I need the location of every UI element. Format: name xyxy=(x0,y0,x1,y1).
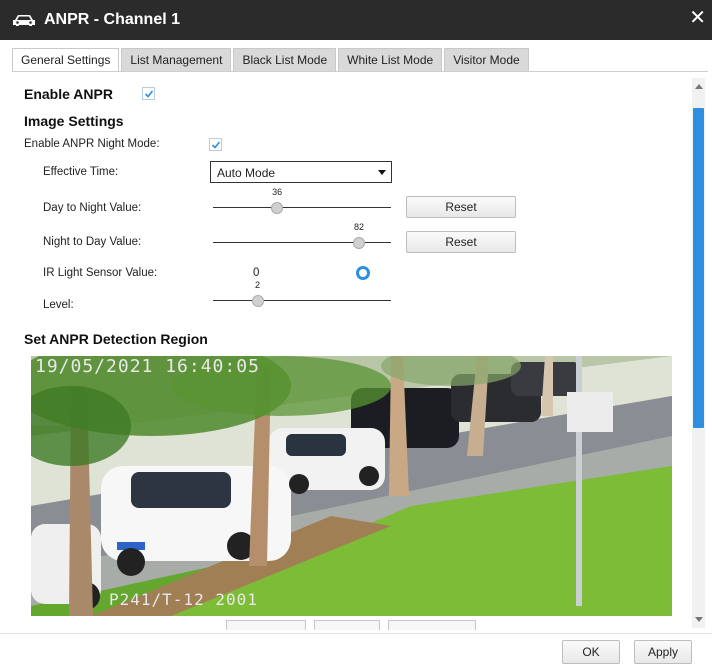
title-bar: ANPR - Channel 1 ✕ xyxy=(0,0,712,40)
night-mode-checkbox[interactable] xyxy=(209,138,222,151)
ir-sensor-value: 0 xyxy=(253,267,260,279)
slider-value: 2 xyxy=(254,280,261,290)
apply-button[interactable]: Apply xyxy=(634,640,692,664)
chevron-down-icon xyxy=(378,170,386,175)
scroll-down-icon[interactable] xyxy=(695,617,703,622)
camera-scene-image xyxy=(31,356,672,616)
video-overlay-label: P241/T-12 2001 xyxy=(109,590,258,609)
effective-time-select[interactable]: Auto Mode xyxy=(210,161,392,183)
refresh-icon[interactable] xyxy=(356,266,370,280)
car-icon xyxy=(13,15,35,26)
slider-thumb[interactable] xyxy=(352,237,365,249)
slider-value: 36 xyxy=(272,187,283,197)
scrollbar[interactable] xyxy=(692,78,705,628)
scroll-up-icon[interactable] xyxy=(695,84,703,89)
effective-time-label: Effective Time: xyxy=(43,166,119,178)
day-to-night-slider[interactable]: 36 xyxy=(213,187,391,218)
detection-region-heading: Set ANPR Detection Region xyxy=(24,331,208,347)
tab-visitor-mode[interactable]: Visitor Mode xyxy=(444,48,529,72)
settings-panel: Enable ANPR Image Settings Enable ANPR N… xyxy=(0,72,712,632)
checkmark-icon xyxy=(211,141,221,149)
slider-value: 82 xyxy=(353,222,364,232)
enable-anpr-label: Enable ANPR xyxy=(24,86,113,102)
enable-anpr-checkbox[interactable] xyxy=(142,87,155,100)
tab-white-list-mode[interactable]: White List Mode xyxy=(338,48,443,72)
tab-general-settings[interactable]: General Settings xyxy=(12,48,120,72)
tab-list-management[interactable]: List Management xyxy=(121,48,232,72)
camera-preview[interactable]: 19/05/2021 16:40:05 P241/T-12 2001 xyxy=(31,356,672,616)
ir-sensor-label: IR Light Sensor Value: xyxy=(43,267,158,279)
level-slider[interactable]: 2 xyxy=(213,280,391,311)
scrollbar-thumb[interactable] xyxy=(693,108,704,428)
slider-track xyxy=(213,300,391,301)
region-tool-button[interactable] xyxy=(388,620,476,630)
tab-black-list-mode[interactable]: Black List Mode xyxy=(233,48,337,72)
tab-bar: General Settings List Management Black L… xyxy=(12,48,531,72)
footer-divider xyxy=(0,633,712,634)
night-to-day-reset-button[interactable]: Reset xyxy=(406,231,516,253)
night-to-day-slider[interactable]: 82 xyxy=(213,222,391,253)
night-mode-label: Enable ANPR Night Mode: xyxy=(24,138,160,150)
slider-thumb[interactable] xyxy=(251,295,264,307)
window-title: ANPR - Channel 1 xyxy=(44,11,181,28)
effective-time-value: Auto Mode xyxy=(217,166,276,180)
close-icon[interactable]: ✕ xyxy=(689,8,706,28)
video-timestamp: 19/05/2021 16:40:05 xyxy=(35,356,260,377)
region-tool-button[interactable] xyxy=(314,620,380,630)
day-to-night-reset-button[interactable]: Reset xyxy=(406,196,516,218)
region-tool-button[interactable] xyxy=(226,620,306,630)
ok-button[interactable]: OK xyxy=(562,640,620,664)
day-to-night-label: Day to Night Value: xyxy=(43,202,142,214)
night-to-day-label: Night to Day Value: xyxy=(43,236,142,248)
level-label: Level: xyxy=(43,299,74,311)
image-settings-heading: Image Settings xyxy=(24,113,124,129)
slider-thumb[interactable] xyxy=(271,202,284,214)
checkmark-icon xyxy=(144,90,154,98)
slider-track xyxy=(213,207,391,208)
